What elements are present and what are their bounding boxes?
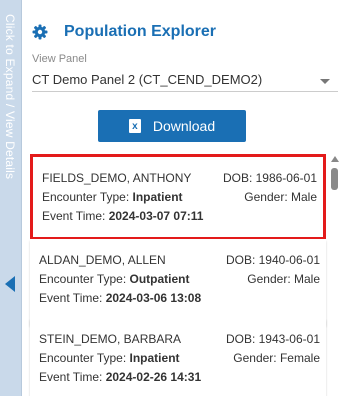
patient-dob: DOB: 1940-06-01 <box>225 253 320 267</box>
patient-gender: Gender: Female <box>233 351 320 365</box>
page-title: Population Explorer <box>64 23 217 40</box>
patient-name: FIELDS_DEMO, ANTHONY <box>42 171 192 185</box>
encounter-type-label: Encounter Type: <box>39 351 130 365</box>
encounter-type: Encounter Type: Inpatient <box>42 190 183 204</box>
side-tab-label: Click to Expand / View Details <box>3 14 17 180</box>
view-panel-value: CT Demo Panel 2 (CT_CEND_DEMO2) <box>32 72 263 87</box>
patient-gender: Gender: Male <box>244 190 317 204</box>
expand-side-tab[interactable]: Click to Expand / View Details <box>0 0 22 396</box>
event-time-label: Event Time: <box>39 291 106 305</box>
patient-dob: DOB: 1943-06-01 <box>225 332 320 346</box>
encounter-type-value: Outpatient <box>129 272 190 286</box>
patient-dob: DOB: 1986-06-01 <box>222 171 317 185</box>
encounter-type-value: Inpatient <box>129 351 180 365</box>
gear-icon[interactable] <box>32 24 48 40</box>
panel-header: Population Explorer <box>32 20 216 44</box>
patient-name: STEIN_DEMO, BARBARA <box>39 332 182 346</box>
chevron-down-icon <box>320 79 330 84</box>
event-time-label: Event Time: <box>42 209 109 223</box>
patient-card[interactable]: ALDAN_DEMO, ALLEN DOB: 1940-06-01 Encoun… <box>30 239 326 325</box>
expand-arrow-icon[interactable] <box>5 276 15 292</box>
patient-card[interactable]: STEIN_DEMO, BARBARA DOB: 1943-06-01 Enco… <box>30 318 326 396</box>
encounter-type-value: Inpatient <box>132 190 183 204</box>
event-time-label: Event Time: <box>39 370 106 384</box>
view-panel-label: View Panel <box>32 53 87 65</box>
scrollbar-thumb[interactable] <box>331 168 338 190</box>
excel-icon: x <box>128 119 141 133</box>
event-time-value: 2024-03-06 13:08 <box>105 291 202 305</box>
event-time-value: 2024-03-07 07:11 <box>108 209 204 223</box>
encounter-type: Encounter Type: Outpatient <box>39 272 190 286</box>
view-panel-select[interactable]: CT Demo Panel 2 (CT_CEND_DEMO2) <box>32 68 338 92</box>
patient-name: ALDAN_DEMO, ALLEN <box>39 253 166 267</box>
event-time-value: 2024-02-26 14:31 <box>105 370 202 384</box>
encounter-type-label: Encounter Type: <box>39 272 130 286</box>
patient-card[interactable]: FIELDS_DEMO, ANTHONY DOB: 1986-06-01 Enc… <box>30 154 326 240</box>
scroll-up-icon[interactable] <box>331 156 339 162</box>
patient-gender: Gender: Male <box>247 272 320 286</box>
download-label: Download <box>152 118 216 134</box>
encounter-type-label: Encounter Type: <box>42 190 133 204</box>
list-scrollbar[interactable] <box>328 152 342 396</box>
encounter-type: Encounter Type: Inpatient <box>39 351 180 365</box>
event-time: Event Time: 2024-03-07 07:11 <box>42 209 203 223</box>
patient-list[interactable]: FIELDS_DEMO, ANTHONY DOB: 1986-06-01 Enc… <box>26 152 328 396</box>
download-button[interactable]: x Download <box>98 110 246 142</box>
event-time: Event Time: 2024-03-06 13:08 <box>39 291 201 305</box>
event-time: Event Time: 2024-02-26 14:31 <box>39 370 201 384</box>
